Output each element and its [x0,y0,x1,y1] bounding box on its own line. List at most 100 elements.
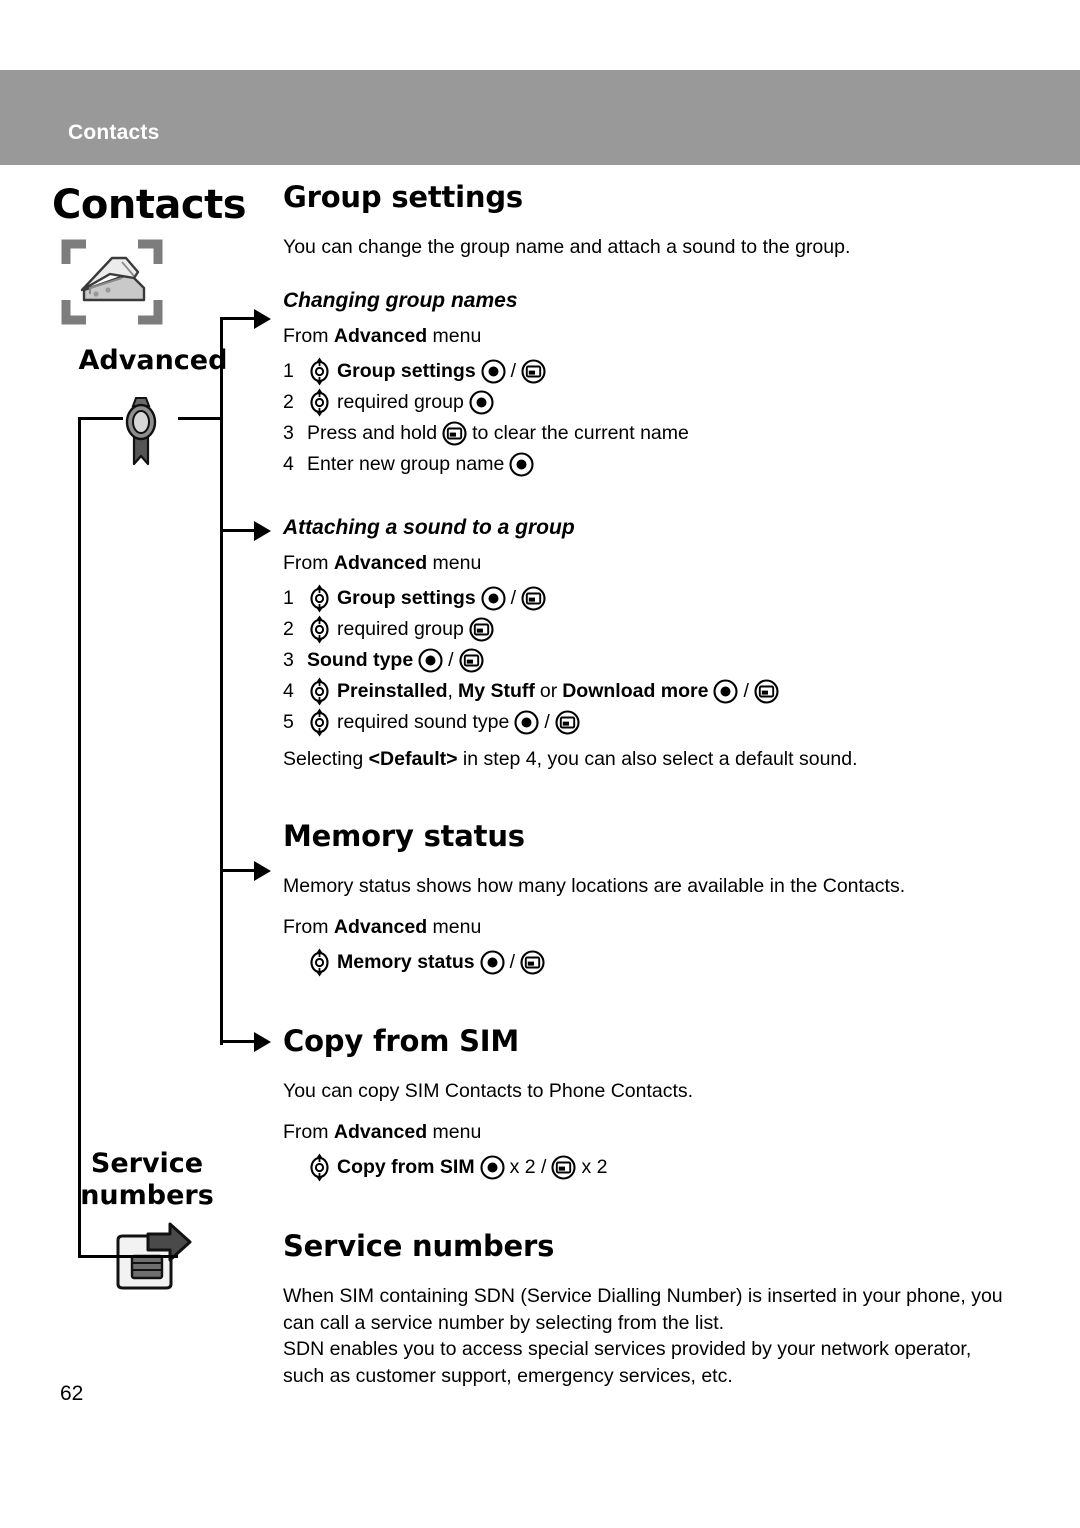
flow-arrow-2-head [254,521,271,541]
note-suffix: in step 4, you can also select a default… [457,747,858,770]
step-text: / [509,950,516,973]
sidebar-item-advanced-label: Advanced [78,345,228,376]
step-text: Press and hold [307,421,438,444]
step-text-emphasis: Memory status [337,950,475,973]
step-item: Copy from SIM x 2 / x 2 [283,1152,1013,1183]
content-column: Group settings You can change the group … [283,180,1013,1390]
from-menu-line-3: From Advanced menu [283,916,1013,939]
flow-branch-service-line [78,1255,178,1258]
step-text-emphasis: Group settings [337,586,476,609]
key-glyph [509,452,534,477]
step-number: 2 [283,617,294,640]
left-soft-key-icon [521,586,546,611]
key-glyph [521,586,546,611]
navigation-up-down-key-icon [310,388,329,417]
navigation-up-down-key-icon [310,948,329,977]
ok-select-key-icon [713,679,739,704]
step-text-emphasis: Download more [562,679,709,702]
step-content: required group [307,615,499,644]
step-text-emphasis: Copy from SIM [337,1155,475,1178]
step-number: 4 [283,679,294,702]
key-glyph [418,648,443,673]
section-intro-group-settings: You can change the group name and attach… [283,236,851,258]
step-text: / [743,679,749,702]
step-number: 5 [283,710,294,733]
key-glyph [521,359,546,384]
key-glyph [307,677,332,706]
step-number: 3 [283,648,294,671]
ok-select-key-icon [418,648,443,673]
step-text: / [510,359,517,382]
note-prefix: Selecting [283,747,369,770]
ok-select-key-icon [480,1155,505,1180]
key-glyph [480,1155,505,1180]
step-content: Press and hold to clear the current name [307,421,694,446]
flow-arrow-2-shaft [220,529,256,532]
key-glyph [480,950,505,975]
subsection-heading-attaching-a-sound: Attaching a sound to a group [283,515,575,539]
key-glyph [307,708,332,737]
flow-trunk-line [78,418,81,1256]
step-content: Memory status / [307,948,550,977]
step-list-copy-from-sim: Copy from SIM x 2 / x 2 [283,1152,1013,1183]
key-glyph [555,710,580,735]
flow-arrow-4-shaft [220,1040,256,1043]
key-glyph [469,617,494,642]
running-header-band [0,70,1080,165]
navigation-up-down-key-icon [310,1153,329,1182]
key-glyph [307,1153,332,1182]
step-number: 1 [283,586,294,609]
key-glyph [520,950,545,975]
from-prefix: From [283,915,334,938]
page-number: 62 [60,1382,84,1405]
ok-select-key-icon [481,586,506,611]
navigation-up-down-key-icon [310,615,329,644]
key-glyph [469,390,494,415]
section-heading-memory-status: Memory status [283,818,525,853]
key-glyph [481,586,506,611]
step-text: Enter new group name [307,452,505,475]
section-intro-memory-status: Memory status shows how many locations a… [283,874,906,897]
from-menu-line-1: From Advanced menu [283,325,1013,348]
section-heading-copy-from-sim: Copy from SIM [283,1023,520,1058]
step-text: / [448,648,454,671]
step-content: required group [307,388,499,417]
left-soft-key-icon [520,950,545,975]
left-soft-key-icon [469,617,494,642]
step-content: Sound type / [307,648,489,673]
step-text: / [510,586,517,609]
key-glyph [307,584,332,613]
note-default-sound: Selecting <Default> in step 4, you can a… [283,746,1013,773]
key-glyph [514,710,539,735]
from-suffix: menu [427,324,482,347]
ok-select-key-icon [469,390,494,415]
step-text: x 2 [581,1155,608,1178]
left-soft-key-icon [551,1155,577,1180]
step-list-memory-status: Memory status / [283,947,1013,978]
step-text-emphasis: My Stuff [457,679,535,702]
flow-trunk-stub-right [178,417,223,420]
flow-arrow-1-shaft [220,317,256,320]
flow-arrow-4-head [254,1032,271,1052]
step-content: Enter new group name [307,452,539,477]
key-glyph [307,615,332,644]
flow-arrow-3-head [254,861,271,881]
step-text: / [544,710,550,733]
award-ribbon-icon [116,392,166,475]
navigation-up-down-key-icon [310,677,329,706]
manual-page: Contacts Contacts Advanced Service numbe… [0,0,1080,1528]
running-header-title: Contacts [68,121,160,144]
sidebar-item-service-numbers-label-line2: numbers [80,1179,214,1211]
from-prefix: From [283,324,334,347]
step-text: required group [337,617,464,640]
sidebar-item-service-numbers[interactable]: Service numbers [72,1148,222,1212]
step-content: Group settings / [307,357,551,386]
flow-arrow-3-shaft [220,869,256,872]
key-glyph [307,388,332,417]
sidebar-item-advanced[interactable]: Advanced [78,345,228,377]
left-soft-key-icon [459,648,484,673]
sidebar-item-service-numbers-label-line1: Service [90,1148,204,1179]
step-number: 1 [283,359,294,382]
left-soft-key-icon [442,421,467,446]
from-suffix: menu [427,915,482,938]
